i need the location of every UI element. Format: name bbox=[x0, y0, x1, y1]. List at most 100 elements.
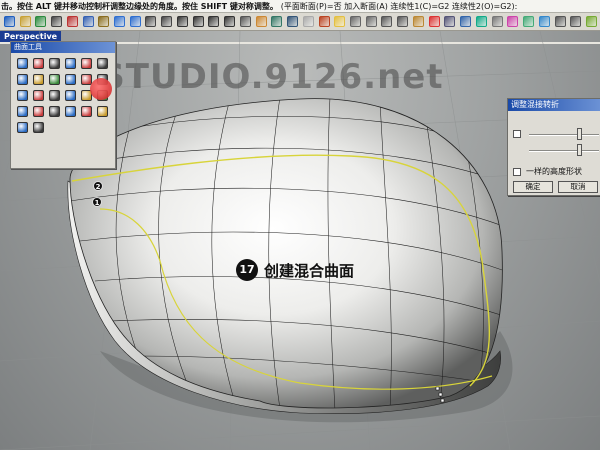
curve-tools-title[interactable]: 曲面工具 bbox=[11, 42, 115, 53]
blend-slider-1-thumb[interactable] bbox=[577, 128, 582, 140]
properties-icon[interactable] bbox=[269, 14, 284, 29]
offset-surface-icon[interactable] bbox=[47, 88, 62, 103]
new-icon-glyph bbox=[3, 16, 15, 27]
merge-icon[interactable] bbox=[79, 104, 94, 119]
record-icon[interactable] bbox=[427, 14, 442, 29]
split-icon[interactable] bbox=[31, 104, 46, 119]
shade-icon[interactable] bbox=[301, 14, 316, 29]
step-callout: 17 创建混合曲面 bbox=[236, 259, 354, 281]
open-icon[interactable] bbox=[18, 14, 33, 29]
ortho-icon-glyph bbox=[381, 16, 393, 27]
sweep2-icon[interactable] bbox=[47, 56, 62, 71]
light-icon-glyph bbox=[334, 16, 346, 27]
blend-adjust-dialog: 调整混接转折 一样的高度形状 确定 取消 bbox=[507, 98, 600, 196]
analysis-icon[interactable] bbox=[584, 14, 599, 29]
cancel-button[interactable]: 取消 bbox=[558, 181, 598, 193]
help-icon[interactable] bbox=[458, 14, 473, 29]
material-icon[interactable] bbox=[506, 14, 521, 29]
camera-icon[interactable] bbox=[553, 14, 568, 29]
trim-icon[interactable] bbox=[15, 104, 30, 119]
unroll-icon[interactable] bbox=[15, 120, 30, 135]
blend-surface-icon[interactable] bbox=[15, 56, 30, 71]
analysis-icon-glyph bbox=[586, 16, 598, 27]
ok-button[interactable]: 确定 bbox=[513, 181, 553, 193]
flow-icon[interactable] bbox=[31, 120, 46, 135]
drape-icon-glyph bbox=[17, 90, 28, 101]
zoom-extents-icon[interactable] bbox=[207, 14, 222, 29]
grid-icon[interactable] bbox=[348, 14, 363, 29]
render-preview-icon[interactable] bbox=[474, 14, 489, 29]
environment-icon[interactable] bbox=[537, 14, 552, 29]
network-icon[interactable] bbox=[95, 56, 110, 71]
section-icon-glyph bbox=[570, 16, 582, 27]
environment-icon-glyph bbox=[538, 16, 550, 27]
help-icon-glyph bbox=[460, 16, 472, 27]
sweep2-icon-glyph bbox=[49, 58, 60, 69]
snap-icon[interactable] bbox=[364, 14, 379, 29]
cut-icon-glyph bbox=[66, 16, 78, 27]
zoom-extents-icon-glyph bbox=[208, 16, 220, 27]
texture-icon-glyph bbox=[523, 16, 535, 27]
dialog-slider-row-1 bbox=[513, 127, 599, 141]
patch-icon[interactable] bbox=[47, 72, 62, 87]
drape-icon[interactable] bbox=[15, 88, 30, 103]
blend-slider-2-thumb[interactable] bbox=[577, 144, 582, 156]
edge-surface-icon-glyph bbox=[65, 74, 76, 85]
layer-icon[interactable] bbox=[254, 14, 269, 29]
new-icon[interactable] bbox=[2, 14, 17, 29]
rail-revolve-icon[interactable] bbox=[15, 72, 30, 87]
zoom-icon[interactable] bbox=[175, 14, 190, 29]
sweep1-icon[interactable] bbox=[31, 56, 46, 71]
step-label: 创建混合曲面 bbox=[264, 261, 355, 280]
same-height-checkbox[interactable] bbox=[513, 168, 521, 176]
extrude-icon[interactable] bbox=[31, 72, 46, 87]
zoom-window-icon[interactable] bbox=[191, 14, 206, 29]
wireframe-icon[interactable] bbox=[285, 14, 300, 29]
loft-icon[interactable] bbox=[63, 56, 78, 71]
print-icon[interactable] bbox=[49, 14, 64, 29]
dialog-title[interactable]: 调整混接转折 bbox=[508, 99, 600, 111]
open-icon-glyph bbox=[19, 16, 31, 27]
explode-icon[interactable] bbox=[63, 104, 78, 119]
paste-icon-glyph bbox=[98, 16, 110, 27]
close-icon-glyph bbox=[97, 106, 108, 117]
blend-surface-icon-glyph bbox=[17, 58, 28, 69]
layer-icon-glyph bbox=[255, 16, 267, 27]
fillet-surface-icon[interactable] bbox=[31, 88, 46, 103]
cut-icon[interactable] bbox=[65, 14, 80, 29]
light-icon[interactable] bbox=[332, 14, 347, 29]
edge-surface-icon[interactable] bbox=[63, 72, 78, 87]
texture-icon[interactable] bbox=[521, 14, 536, 29]
planar-icon[interactable] bbox=[395, 14, 410, 29]
copy-icon[interactable] bbox=[81, 14, 96, 29]
watermark-text: LISTUDIO.9126.net bbox=[64, 57, 444, 97]
command-options[interactable]: (平面断面(P)=否 加入断面(A) 连续性1(C)=G2 连续性2(O)=G2… bbox=[281, 2, 518, 11]
options-icon[interactable] bbox=[490, 14, 505, 29]
revolve-icon[interactable] bbox=[79, 56, 94, 71]
pan-icon[interactable] bbox=[144, 14, 159, 29]
zoom-selected-icon[interactable] bbox=[222, 14, 237, 29]
trim-icon-glyph bbox=[17, 106, 28, 117]
rail-revolve-icon-glyph bbox=[17, 74, 28, 85]
blend-slider-1[interactable] bbox=[529, 134, 599, 136]
print-icon-glyph bbox=[51, 16, 63, 27]
extend-surface-icon[interactable] bbox=[63, 88, 78, 103]
lock-checkbox[interactable] bbox=[513, 130, 521, 138]
render-icon[interactable] bbox=[317, 14, 332, 29]
paste-icon[interactable] bbox=[96, 14, 111, 29]
dialog-checkbox-row: 一样的高度形状 bbox=[513, 165, 599, 179]
rotate-icon[interactable] bbox=[159, 14, 174, 29]
undo-icon[interactable] bbox=[112, 14, 127, 29]
history-icon[interactable] bbox=[443, 14, 458, 29]
ortho-icon[interactable] bbox=[380, 14, 395, 29]
section-icon[interactable] bbox=[568, 14, 583, 29]
close-icon[interactable] bbox=[95, 104, 110, 119]
osnap-icon[interactable] bbox=[411, 14, 426, 29]
save-icon[interactable] bbox=[33, 14, 48, 29]
record-icon-glyph bbox=[428, 16, 440, 27]
blend-slider-2[interactable] bbox=[529, 150, 599, 152]
save-icon-glyph bbox=[35, 16, 47, 27]
join-icon[interactable] bbox=[47, 104, 62, 119]
redo-icon[interactable] bbox=[128, 14, 143, 29]
undo-view-icon[interactable] bbox=[238, 14, 253, 29]
